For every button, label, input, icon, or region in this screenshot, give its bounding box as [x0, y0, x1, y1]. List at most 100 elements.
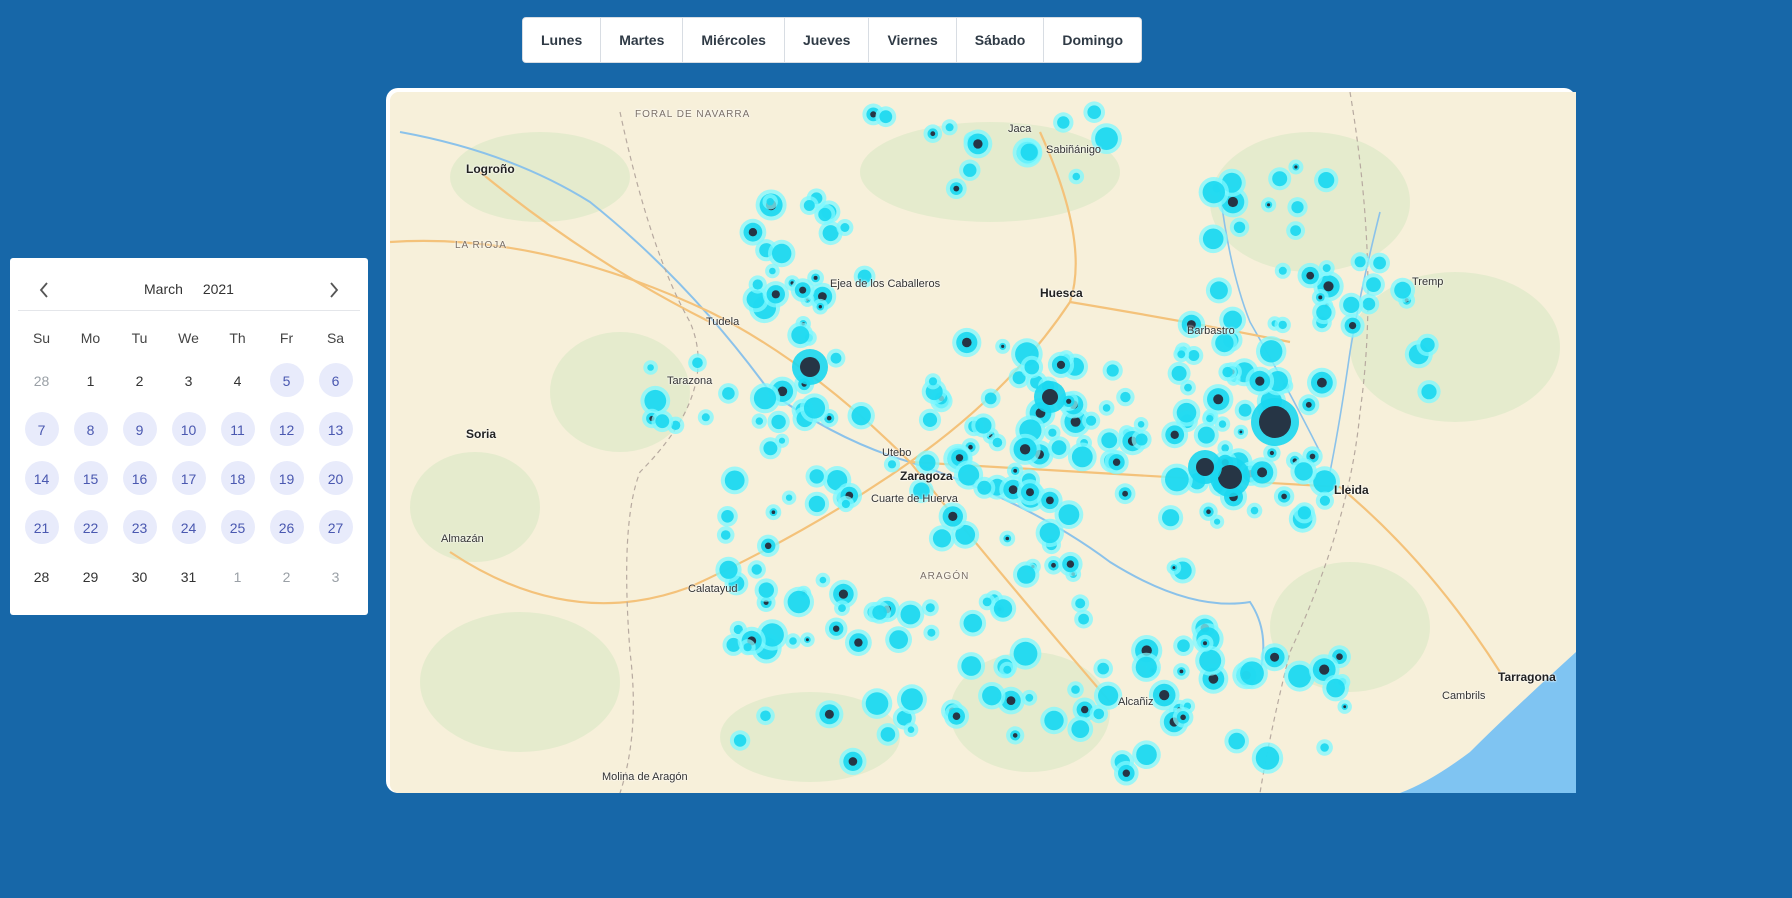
heat-spot: [1086, 415, 1097, 426]
calendar-day[interactable]: 10: [164, 405, 213, 454]
heat-spot-dense: [1046, 496, 1054, 505]
heat-spot: [1228, 732, 1245, 750]
place-label: Almazán: [441, 533, 484, 545]
heat-spot: [1291, 201, 1304, 214]
heat-spot-dense: [838, 589, 848, 599]
calendar-day[interactable]: 13: [311, 405, 360, 454]
calendar-day-number: 14: [33, 470, 50, 487]
calendar-day[interactable]: 3: [311, 552, 360, 601]
heat-spot-dense: [1267, 203, 1271, 207]
weekday-label: Th: [229, 330, 246, 346]
calendar-day[interactable]: 30: [115, 552, 164, 601]
chevron-right-icon[interactable]: [322, 278, 346, 302]
heat-spot: [789, 637, 797, 645]
place-label: Cuarte de Huerva: [871, 493, 958, 505]
heat-spot-dense: [1305, 401, 1312, 408]
terrain-patch: [420, 612, 620, 752]
place-label: Logroño: [466, 162, 515, 176]
heat-spot: [752, 279, 763, 290]
calendar-day[interactable]: 17: [164, 454, 213, 503]
calendar-day[interactable]: 14: [17, 454, 66, 503]
heat-spot-dense: [1066, 398, 1072, 404]
calendar-day[interactable]: 21: [17, 503, 66, 552]
calendar-day[interactable]: 24: [164, 503, 213, 552]
calendar-day[interactable]: 22: [66, 503, 115, 552]
heat-spot: [1297, 506, 1311, 520]
heat-spot: [1238, 403, 1252, 417]
calendar-month[interactable]: March: [144, 281, 183, 297]
calendar-day[interactable]: 29: [66, 552, 115, 601]
heat-spot: [1025, 693, 1034, 702]
calendar-day[interactable]: 16: [115, 454, 164, 503]
calendar-day[interactable]: 28: [17, 356, 66, 405]
calendar-day[interactable]: 8: [66, 405, 115, 454]
heat-spot-dense: [1005, 536, 1010, 541]
heat-spot: [1320, 743, 1329, 752]
tab-jueves[interactable]: Jueves: [784, 18, 870, 62]
calendar-day[interactable]: 1: [66, 356, 115, 405]
weekday-label: We: [178, 330, 199, 346]
calendar-day[interactable]: 5: [262, 356, 311, 405]
place-label: Huesca: [1040, 286, 1083, 300]
heat-spot: [1197, 426, 1215, 444]
calendar-day[interactable]: 4: [213, 356, 262, 405]
heat-spot: [1202, 228, 1224, 250]
heat-spot: [1366, 277, 1381, 292]
calendar-day-number: 4: [233, 372, 242, 389]
heat-spot: [1137, 421, 1145, 428]
heat-spot: [1171, 365, 1187, 381]
heat-spot-dense: [1179, 669, 1184, 674]
tab-martes[interactable]: Martes: [601, 18, 684, 62]
heat-spot: [1272, 171, 1288, 187]
heat-spot: [1394, 281, 1411, 299]
heat-spot: [1120, 391, 1131, 403]
heat-spot: [1072, 172, 1081, 181]
calendar-day[interactable]: 28: [17, 552, 66, 601]
heat-spot-dense: [1270, 652, 1280, 662]
calendar-year[interactable]: 2021: [203, 281, 234, 297]
heat-spot: [771, 414, 786, 430]
calendar-day-number: 3: [331, 568, 340, 585]
tab-domingo[interactable]: Domingo: [1044, 18, 1142, 62]
calendar-day[interactable]: 25: [213, 503, 262, 552]
heat-spot: [887, 460, 897, 469]
heat-spot-dense: [1349, 322, 1357, 330]
calendar-day[interactable]: 23: [115, 503, 164, 552]
heat-spot: [743, 643, 752, 652]
heatmap-map[interactable]: FORAL DE NAVARRA Logroño LA RIOJA Jaca S…: [390, 92, 1576, 793]
calendar-day[interactable]: 20: [311, 454, 360, 503]
heat-spot: [984, 392, 997, 405]
calendar-day[interactable]: 31: [164, 552, 213, 601]
calendar-day[interactable]: 9: [115, 405, 164, 454]
calendar-day[interactable]: 2: [262, 552, 311, 601]
calendar-day[interactable]: 3: [164, 356, 213, 405]
heat-spot: [1278, 266, 1287, 275]
tab-viernes[interactable]: Viernes: [869, 18, 957, 62]
calendar-day[interactable]: 26: [262, 503, 311, 552]
tab-lunes[interactable]: Lunes: [523, 18, 602, 62]
calendar-day[interactable]: 12: [262, 405, 311, 454]
calendar-day[interactable]: 18: [213, 454, 262, 503]
calendar-day[interactable]: 6: [311, 356, 360, 405]
heat-spot-dense: [1294, 165, 1298, 169]
calendar-day[interactable]: 19: [262, 454, 311, 503]
calendar-day[interactable]: 2: [115, 356, 164, 405]
calendar-day-number: 6: [331, 372, 340, 389]
heat-spot: [1316, 304, 1332, 321]
calendar-day[interactable]: 15: [66, 454, 115, 503]
calendar-day-number: 5: [282, 372, 291, 389]
heat-spot: [803, 200, 815, 211]
map-frame: FORAL DE NAVARRA Logroño LA RIOJA Jaca S…: [386, 88, 1576, 793]
heat-spot: [1343, 296, 1360, 313]
calendar-day[interactable]: 27: [311, 503, 360, 552]
calendar-day[interactable]: 7: [17, 405, 66, 454]
calendar-day[interactable]: 11: [213, 405, 262, 454]
tab-miercoles[interactable]: Miércoles: [683, 18, 785, 62]
calendar-day[interactable]: 1: [213, 552, 262, 601]
heat-spot: [1222, 366, 1233, 378]
tab-sabado[interactable]: Sábado: [956, 18, 1045, 62]
heat-spot: [647, 364, 654, 371]
heat-spot: [1354, 256, 1366, 268]
heat-spot: [880, 727, 896, 742]
heat-spot: [1240, 661, 1264, 686]
